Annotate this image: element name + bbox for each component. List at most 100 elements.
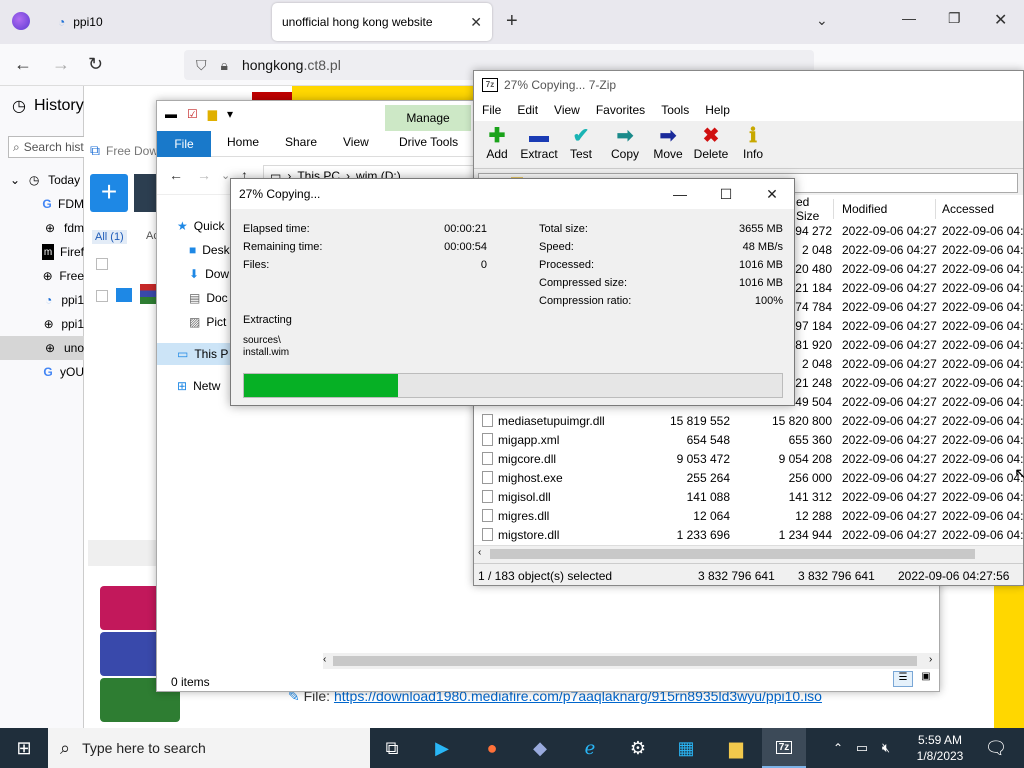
close-tab-icon[interactable]: ✕ xyxy=(470,14,482,31)
tab-file[interactable]: File xyxy=(157,131,211,157)
table-row[interactable]: migcore.dll 9 053 472 9 054 208 2022-09-06 … xyxy=(474,449,1024,468)
shield-icon[interactable]: ⛉ xyxy=(196,57,207,74)
minimize-icon[interactable]: — xyxy=(902,10,916,26)
new-folder-icon[interactable]: ▆ xyxy=(208,107,217,121)
settings-icon[interactable]: ⚙ xyxy=(616,728,660,768)
history-item[interactable]: G FDM xyxy=(0,192,84,216)
scroll-left-icon[interactable]: ‹ xyxy=(323,654,326,665)
test-button[interactable]: ✔ Test xyxy=(558,125,604,161)
forward-icon[interactable]: → xyxy=(52,54,70,75)
restore-icon[interactable]: ❐ xyxy=(948,10,961,27)
nav-this-pc[interactable]: ▭ This P xyxy=(177,347,228,361)
tab-ppi10[interactable]: ◔ ppi10 xyxy=(48,3,268,41)
tab-unofficial-hong-kong[interactable]: unofficial hong kong website ✕ xyxy=(272,3,492,41)
nav-downloads[interactable]: ⬇ Dow xyxy=(189,267,229,281)
menu-help[interactable]: Help xyxy=(705,103,730,117)
control-panel-icon[interactable]: ▦ xyxy=(664,728,708,768)
explorer-horizontal-scrollbar[interactable]: ‹ › xyxy=(323,653,939,669)
menu-view[interactable]: View xyxy=(554,103,580,117)
column-modified[interactable]: Modified xyxy=(838,199,936,219)
menu-edit[interactable]: Edit xyxy=(517,103,538,117)
add-download-button[interactable]: + xyxy=(90,174,128,212)
minimize-icon[interactable]: — xyxy=(657,179,703,209)
history-group-today[interactable]: ⌄ ◷ Today xyxy=(0,168,84,192)
history-item[interactable]: m Firef xyxy=(0,240,84,264)
tab-home[interactable]: Home xyxy=(227,135,259,149)
firefox-icon[interactable]: ● xyxy=(470,728,514,768)
taskbar-search[interactable]: ⌕ Type here to search xyxy=(48,728,370,768)
back-icon[interactable]: ← xyxy=(14,54,32,75)
7zip-taskbar-icon[interactable]: 7z xyxy=(762,728,806,768)
close-icon[interactable]: ✕ xyxy=(749,179,795,209)
tab-drive-tools[interactable]: Drive Tools xyxy=(399,135,458,149)
column-packed-size[interactable]: ed Size xyxy=(792,195,834,223)
taskbar-app-icon[interactable]: ▶ xyxy=(420,728,464,768)
menu-tools[interactable]: Tools xyxy=(661,103,689,117)
glass-app-icon[interactable]: ◆ xyxy=(518,728,562,768)
large-icons-view-icon[interactable]: ▣ xyxy=(917,671,935,687)
fdm-tab[interactable]: ⧉ Free Dow xyxy=(90,142,158,159)
history-item[interactable]: ⊕ fdm xyxy=(0,216,84,240)
table-row[interactable]: migisol.dll 141 088 141 312 2022-09-06 04:2… xyxy=(474,487,1024,506)
page-info-icon[interactable]: 🔒︎ xyxy=(221,57,228,74)
table-row[interactable]: mediasetupuimgr.dll 15 819 552 15 820 800 2… xyxy=(474,411,1024,430)
tab-manage[interactable]: Manage xyxy=(385,105,471,131)
ie-icon[interactable]: ℯ xyxy=(568,728,612,768)
history-item[interactable]: ◔ ppi1 xyxy=(0,288,84,312)
delete-button[interactable]: ✖ Delete xyxy=(688,125,734,161)
table-row[interactable]: migres.dll 12 064 12 288 2022-09-06 04:27 20… xyxy=(474,506,1024,525)
details-view-icon[interactable]: ☰ xyxy=(893,671,913,687)
nav-network[interactable]: ⊞ Netw xyxy=(177,379,220,393)
reload-icon[interactable]: ↻ xyxy=(88,54,103,75)
show-hidden-icons[interactable]: ⌃ xyxy=(826,728,850,768)
tab-share[interactable]: Share xyxy=(285,135,317,149)
table-row[interactable]: migapp.xml 654 548 655 360 2022-09-06 04:27… xyxy=(474,430,1024,449)
firefox-view-icon[interactable] xyxy=(12,12,30,30)
scroll-left-icon[interactable]: ‹ xyxy=(478,547,481,558)
start-button[interactable]: ⊞ xyxy=(2,728,46,768)
history-item[interactable]: ⊕ ppi1 xyxy=(0,312,84,336)
download-checkbox[interactable] xyxy=(96,290,108,302)
list-all-tabs-icon[interactable]: ⌄ xyxy=(816,12,828,29)
select-all-checkbox[interactable] xyxy=(96,258,108,270)
forward-icon[interactable]: → xyxy=(197,167,211,183)
new-tab-icon[interactable]: + xyxy=(506,10,518,33)
scroll-thumb[interactable] xyxy=(333,656,917,666)
menu-favorites[interactable]: Favorites xyxy=(596,103,645,117)
notifications-icon[interactable]: 🗨︎ xyxy=(974,728,1018,768)
extract-button[interactable]: ▬ Extract xyxy=(516,125,562,161)
nav-documents[interactable]: ▤ Doc xyxy=(189,291,228,305)
history-search-input[interactable]: ⌕ Search hist xyxy=(8,136,88,158)
copy-button[interactable]: ➡ Copy xyxy=(602,125,648,161)
move-button[interactable]: ➡ Move xyxy=(645,125,691,161)
nav-quick-access[interactable]: ★ Quick xyxy=(177,219,224,233)
history-item-selected[interactable]: ⊕ uno xyxy=(0,336,84,360)
nav-pictures[interactable]: ▨ Pict xyxy=(189,315,226,329)
7zip-horizontal-scrollbar[interactable]: ‹ xyxy=(474,545,1023,561)
volume-muted-icon[interactable]: 🔇︎ xyxy=(874,728,898,768)
maximize-icon[interactable]: ☐ xyxy=(703,179,749,209)
nav-desktop[interactable]: ■ Desk xyxy=(189,243,230,257)
filter-all[interactable]: All (1) xyxy=(92,230,127,244)
drive-icon[interactable]: ▬ xyxy=(165,107,177,121)
history-item[interactable]: GyOU xyxy=(0,360,84,384)
file-explorer-icon[interactable]: ▆ xyxy=(714,728,758,768)
customize-icon[interactable]: ▾ xyxy=(227,107,233,121)
task-view-icon[interactable]: ⧉ xyxy=(370,728,414,768)
taskbar-clock[interactable]: 5:59 AM 1/8/2023 xyxy=(908,732,972,764)
back-icon[interactable]: ← xyxy=(169,167,183,183)
close-window-icon[interactable]: ✕ xyxy=(994,10,1007,30)
menu-file[interactable]: File xyxy=(482,103,501,117)
history-item[interactable]: ⊕ Free xyxy=(0,264,84,288)
network-icon[interactable]: ▭ xyxy=(850,728,874,768)
tab-view[interactable]: View xyxy=(343,135,369,149)
column-accessed[interactable]: Accessed xyxy=(938,199,1024,219)
scroll-thumb[interactable] xyxy=(490,549,975,559)
recent-locations-icon[interactable]: ⌄ xyxy=(221,169,230,182)
properties-icon[interactable]: ☑ xyxy=(187,107,198,121)
scroll-right-icon[interactable]: › xyxy=(929,654,932,665)
history-sidebar-header[interactable]: ◷ History xyxy=(12,96,84,116)
table-row[interactable]: mighost.exe 255 264 256 000 2022-09-06 04:2… xyxy=(474,468,1024,487)
info-button[interactable]: ℹ Info xyxy=(730,125,776,161)
table-row[interactable]: migstore.dll 1 233 696 1 234 944 2022-09-06… xyxy=(474,525,1024,544)
